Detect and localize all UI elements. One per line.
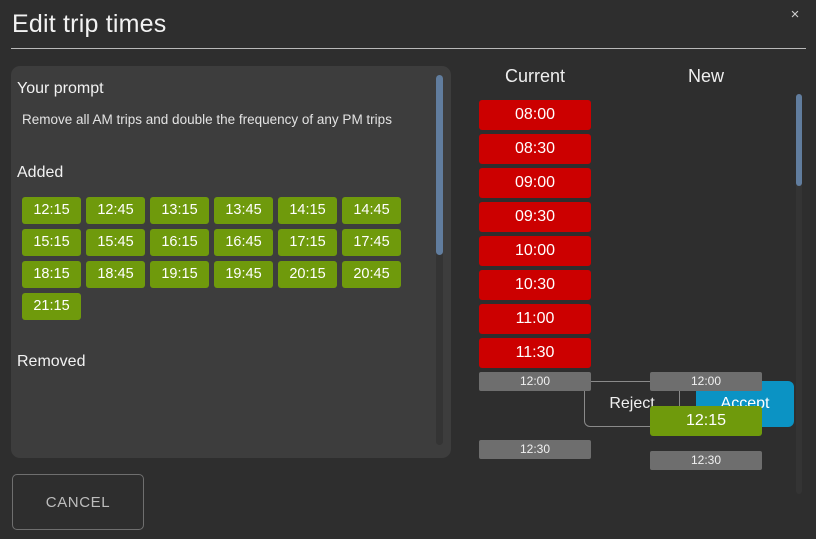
time-slot-spacer xyxy=(650,304,762,323)
close-icon[interactable]: × xyxy=(784,4,806,26)
time-slot-spacer xyxy=(650,168,762,187)
dialog-header: Edit trip times × xyxy=(0,0,816,48)
page-title: Edit trip times xyxy=(12,10,167,38)
time-slot-spacer xyxy=(650,100,762,119)
unchanged-time-chip[interactable]: 12:30 xyxy=(650,451,762,470)
added-time-chip[interactable]: 17:45 xyxy=(342,229,401,256)
header-divider xyxy=(11,48,806,49)
added-time-chip[interactable]: 20:45 xyxy=(342,261,401,288)
removed-time-chip[interactable]: 10:00 xyxy=(479,236,591,266)
added-time-chip[interactable]: 14:45 xyxy=(342,197,401,224)
added-time-chip[interactable]: 19:15 xyxy=(150,261,209,288)
time-slot-spacer xyxy=(650,270,762,289)
current-time-column: 08:00 08:30 09:00 09:30 10:00 10:30 11:00 11:30… xyxy=(479,100,591,474)
added-time-chip[interactable]: 14:15 xyxy=(278,197,337,224)
compare-panel-scrollbar-track[interactable] xyxy=(796,94,802,494)
added-time-chip[interactable]: 18:45 xyxy=(86,261,145,288)
removed-time-chip[interactable]: 11:00 xyxy=(479,304,591,334)
added-time-chip[interactable]: 19:45 xyxy=(214,261,273,288)
prompt-card-scrollbar-track[interactable] xyxy=(436,75,443,445)
added-time-chip[interactable]: 15:45 xyxy=(86,229,145,256)
added-time-chip[interactable]: 13:45 xyxy=(214,197,273,224)
removed-time-chip[interactable]: 09:00 xyxy=(479,168,591,198)
compare-panel-scrollbar-thumb[interactable] xyxy=(796,94,802,186)
added-heading: Added xyxy=(17,164,64,181)
new-column-header: New xyxy=(687,66,724,86)
prompt-text: Remove all AM trips and double the frequ… xyxy=(22,112,392,127)
added-time-chip[interactable]: 17:15 xyxy=(278,229,337,256)
added-time-chip[interactable]: 16:45 xyxy=(214,229,273,256)
added-time-chip[interactable]: 13:15 xyxy=(150,197,209,224)
unchanged-time-chip[interactable]: 12:30 xyxy=(479,440,591,459)
time-slot-spacer xyxy=(650,236,762,255)
compare-panel: Current New 08:00 08:30 09:00 09:30 10:00 10:… xyxy=(460,60,816,539)
added-chip-list: 12:15 12:45 13:15 13:45 14:15 14:45 15:15 15:45… xyxy=(22,197,422,320)
cancel-button[interactable]: CANCEL xyxy=(12,474,144,530)
removed-time-chip[interactable]: 10:30 xyxy=(479,270,591,300)
unchanged-time-chip[interactable]: 12:00 xyxy=(479,372,591,391)
removed-heading: Removed xyxy=(17,353,86,370)
added-time-chip[interactable]: 18:15 xyxy=(22,261,81,288)
prompt-card-scrollbar-thumb[interactable] xyxy=(436,75,443,255)
unchanged-time-chip[interactable]: 12:00 xyxy=(650,372,762,391)
added-time-chip[interactable]: 12:15 xyxy=(22,197,81,224)
time-slot-spacer xyxy=(479,406,591,425)
time-slot-spacer xyxy=(650,134,762,153)
removed-time-chip[interactable]: 08:30 xyxy=(479,134,591,164)
added-time-chip[interactable]: 16:15 xyxy=(150,229,209,256)
added-time-chip[interactable]: 20:15 xyxy=(278,261,337,288)
added-time-chip[interactable]: 21:15 xyxy=(22,293,81,320)
added-time-chip[interactable]: 12:15 xyxy=(650,406,762,436)
your-prompt-heading: Your prompt xyxy=(17,80,104,97)
added-time-chip[interactable]: 12:45 xyxy=(86,197,145,224)
current-column-header: Current xyxy=(504,66,566,86)
removed-time-chip[interactable]: 11:30 xyxy=(479,338,591,368)
removed-time-chip[interactable]: 08:00 xyxy=(479,100,591,130)
added-time-chip[interactable]: 15:15 xyxy=(22,229,81,256)
time-slot-spacer xyxy=(650,202,762,221)
removed-time-chip[interactable]: 09:30 xyxy=(479,202,591,232)
new-time-column: 12:00 12:15 12:30 xyxy=(650,100,762,485)
time-slot-spacer xyxy=(650,338,762,357)
